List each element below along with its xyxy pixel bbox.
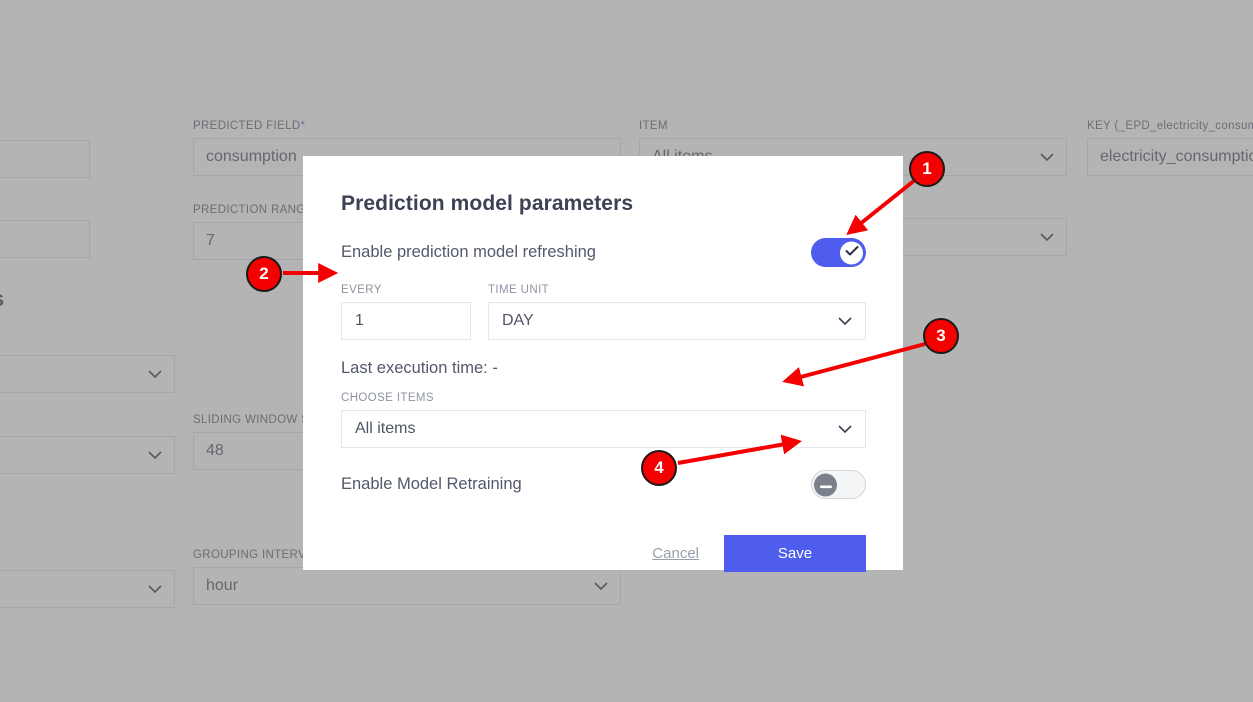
enable-refresh-row: Enable prediction model refreshing [341, 238, 866, 267]
time-unit-label: TIME UNIT [488, 284, 550, 296]
enable-retraining-row: Enable Model Retraining [341, 470, 866, 499]
choose-items-select[interactable]: All items [341, 410, 866, 448]
enable-retraining-label: Enable Model Retraining [341, 475, 522, 493]
time-unit-select[interactable]: DAY [488, 302, 866, 340]
last-execution-time: Last execution time: - [341, 359, 498, 377]
prediction-model-parameters-dialog: Prediction model parameters Enable predi… [303, 156, 903, 572]
choose-items-field: CHOOSE ITEMS All items [341, 392, 866, 448]
cancel-button[interactable]: Cancel [650, 541, 701, 566]
save-button[interactable]: Save [724, 535, 866, 572]
every-label: EVERY [341, 284, 382, 296]
time-unit-value: DAY [502, 312, 534, 329]
chevron-down-icon [838, 316, 852, 326]
every-input[interactable]: 1 [341, 302, 471, 340]
schedule-fields-row: EVERY 1 TIME UNIT DAY [341, 284, 866, 340]
chevron-down-icon [838, 424, 852, 434]
every-field: EVERY 1 [341, 284, 471, 340]
dialog-actions: Cancel Save [341, 535, 866, 572]
toggle-knob [814, 473, 837, 496]
enable-retraining-toggle[interactable] [811, 470, 866, 499]
enable-refresh-toggle[interactable] [811, 238, 866, 267]
check-icon [845, 244, 859, 262]
time-unit-field: TIME UNIT DAY [488, 284, 866, 340]
choose-items-label: CHOOSE ITEMS [341, 392, 434, 404]
minus-icon [819, 476, 832, 494]
choose-items-value: All items [355, 420, 416, 437]
dialog-title: Prediction model parameters [341, 192, 634, 215]
enable-refresh-label: Enable prediction model refreshing [341, 243, 596, 261]
toggle-knob [840, 241, 863, 264]
